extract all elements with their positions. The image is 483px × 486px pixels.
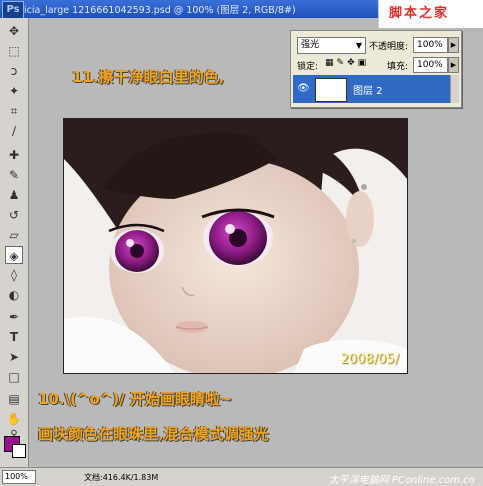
type-tool-icon[interactable]: T <box>5 328 23 346</box>
layers-scrollbar[interactable] <box>450 75 459 103</box>
magic-wand-tool-icon[interactable]: ✦ <box>5 82 23 100</box>
move-tool-icon[interactable]: ✥ <box>5 22 23 40</box>
opacity-slider-arrow-icon[interactable]: ▶ <box>448 37 459 53</box>
site-brand: 脚本之家 <box>378 0 483 28</box>
opacity-label: 不透明度: <box>369 42 409 52</box>
path-select-tool-icon[interactable]: ➤ <box>5 348 23 366</box>
fill-slider-arrow-icon[interactable]: ▶ <box>448 57 459 73</box>
blur-tool-icon[interactable]: ◊ <box>5 266 23 284</box>
fill-label: 填充: <box>387 62 409 72</box>
status-bar: 100% 文档:416.4K/1.83M 太平洋电脑网 PConline.com… <box>0 467 483 486</box>
background-color-swatch[interactable] <box>12 444 26 458</box>
document-canvas[interactable]: 2008/05/ <box>63 118 408 374</box>
shape-tool-icon[interactable]: □ <box>5 368 23 386</box>
eye-visibility-icon[interactable]: 👁 <box>297 83 310 94</box>
layers-panel: 强光 ▼ 不透明度: 100% ▶ 锁定: ▦✎✥▣ 填充: 100% ▶ 👁 … <box>290 30 462 108</box>
marquee-tool-icon[interactable]: ⬚ <box>5 42 23 60</box>
paint-bucket-tool-icon[interactable]: ◈ <box>5 246 23 264</box>
lock-all-icon[interactable]: ▣ <box>358 58 370 68</box>
notes-tool-icon[interactable]: ▤ <box>5 390 23 408</box>
blend-mode-value: 强光 <box>301 40 320 50</box>
instruction-caption: 画块颜色在眼珠里,混合模式调强光 <box>38 425 269 443</box>
brush-tool-icon[interactable]: ✎ <box>5 166 23 184</box>
lock-position-icon[interactable]: ✥ <box>347 58 358 68</box>
crop-tool-icon[interactable]: ⌗ <box>5 102 23 120</box>
step-11-caption: 11.擦干净眼白里的色, <box>72 68 225 86</box>
lock-transparency-icon[interactable]: ▦ <box>325 58 337 68</box>
document-size: 文档:416.4K/1.83M <box>84 473 159 482</box>
chevron-down-icon[interactable]: ▼ <box>353 38 365 53</box>
dodge-tool-icon[interactable]: ◐ <box>5 286 23 304</box>
layer-name: 图层 2 <box>353 86 383 97</box>
lasso-tool-icon[interactable]: ↄ <box>5 62 23 80</box>
opacity-field[interactable]: 100% <box>413 37 448 53</box>
lock-label: 锁定: <box>297 62 319 72</box>
site-watermark: 太平洋电脑网 PConline.com.cn <box>328 475 475 486</box>
photoshop-logo: Ps <box>2 1 24 19</box>
blend-mode-select[interactable]: 强光 ▼ <box>297 37 366 54</box>
eyedropper-tool-icon[interactable]: ∕ <box>5 122 23 140</box>
lock-pixels-icon[interactable]: ✎ <box>337 58 348 68</box>
step-10-caption: 10.\(^o^)/ 开始画眼睛啦~ <box>38 390 233 408</box>
clone-stamp-tool-icon[interactable]: ♟ <box>5 186 23 204</box>
brand-title: 脚本之家 <box>389 6 450 21</box>
fill-field[interactable]: 100% <box>413 57 448 73</box>
tools-panel: ✥ ⬚ ↄ ✦ ⌗ ∕ ✚ ✎ ♟ ↺ ▱ ◈ ◊ ◐ ✒ T ➤ □ ▤ ✋ … <box>0 18 29 467</box>
photo-date-stamp: 2008/05/ <box>340 352 399 367</box>
portrait-photo <box>64 119 407 373</box>
healing-brush-tool-icon[interactable]: ✚ <box>5 146 23 164</box>
document-title: icia_large 1216661042593.psd @ 100% (图层 … <box>24 5 296 16</box>
lock-icons[interactable]: ▦✎✥▣ <box>325 58 369 68</box>
zoom-level-field[interactable]: 100% <box>2 470 36 484</box>
layer-thumbnail <box>315 78 347 102</box>
pen-tool-icon[interactable]: ✒ <box>5 308 23 326</box>
layer-row-selected[interactable]: 👁 图层 2 <box>293 75 459 103</box>
history-brush-tool-icon[interactable]: ↺ <box>5 206 23 224</box>
eraser-tool-icon[interactable]: ▱ <box>5 226 23 244</box>
